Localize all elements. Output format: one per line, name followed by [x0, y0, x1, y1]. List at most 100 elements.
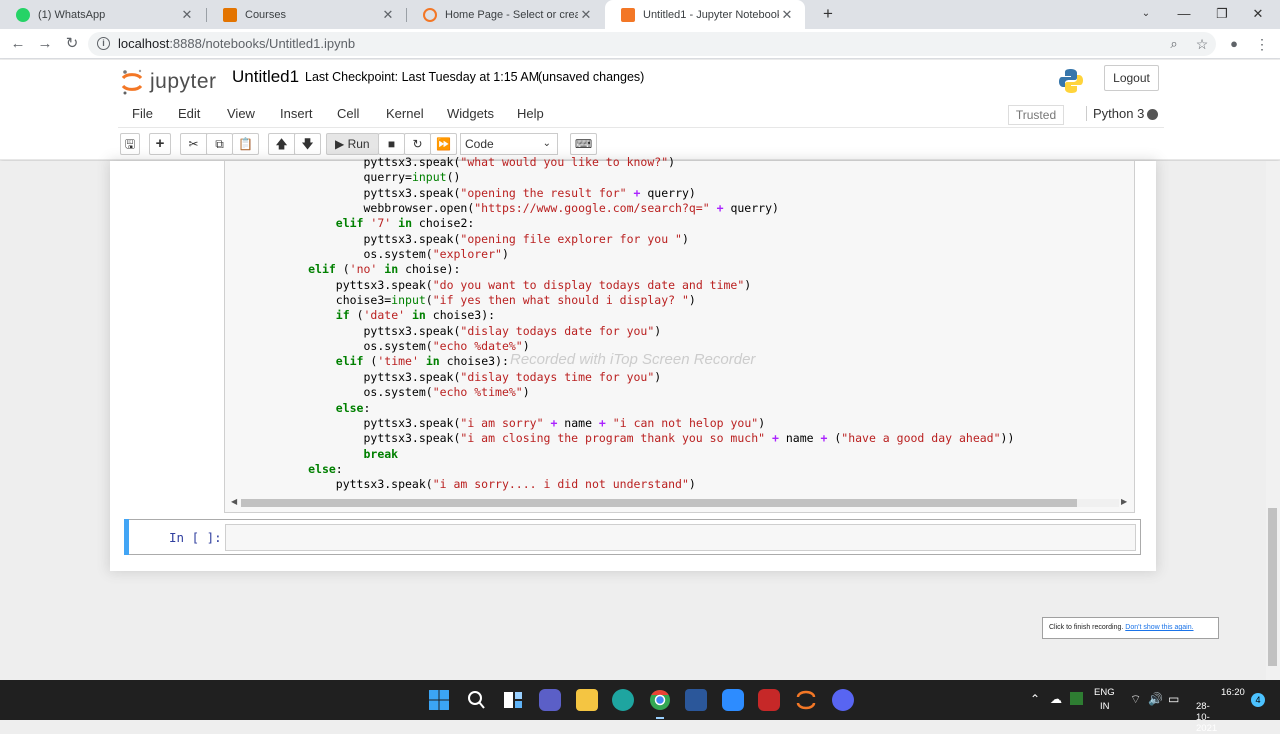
popup-text[interactable]: Click to finish recording. [1049, 624, 1123, 631]
code-line[interactable]: pyttsx3.speak("opening file explorer for… [225, 232, 1014, 247]
menu-help[interactable]: Help [517, 106, 544, 121]
insert-cell-icon[interactable]: + [149, 133, 171, 155]
code-line[interactable]: pyttsx3.speak("i am sorry" + name + "i c… [225, 416, 1014, 431]
menu-cell[interactable]: Cell [337, 106, 359, 121]
tab-courses[interactable]: Courses ✕ [207, 0, 406, 29]
scroll-thumb[interactable] [241, 499, 1077, 507]
finish-recording-popup[interactable]: Click to finish recording. Don't show th… [1042, 617, 1219, 639]
clock-date[interactable]: 28-10-2021 [1196, 701, 1217, 734]
code-line[interactable]: os.system("explorer") [225, 247, 1014, 262]
restore-button[interactable]: ❐ [1204, 0, 1240, 29]
code-line[interactable]: pyttsx3.speak("i am closing the program … [225, 431, 1014, 446]
chevron-up-icon[interactable]: ⌃ [1030, 692, 1040, 706]
site-info-icon[interactable]: i [97, 37, 110, 50]
close-tab-icon[interactable]: ✕ [578, 7, 594, 23]
zoom-icon[interactable] [722, 689, 744, 711]
move-up-icon[interactable]: 🡅 [268, 133, 295, 155]
jupyter-app-icon[interactable] [795, 689, 817, 711]
logout-button[interactable]: Logout [1104, 65, 1159, 91]
onedrive-icon[interactable]: ☁ [1050, 692, 1062, 706]
clock-time[interactable]: 16:20 [1221, 687, 1245, 698]
dont-show-link[interactable]: Don't show this again. [1125, 624, 1193, 631]
chrome-icon[interactable] [649, 689, 671, 711]
scroll-left-icon[interactable]: ◀ [231, 497, 237, 506]
scroll-thumb[interactable] [1268, 508, 1277, 666]
search-icon[interactable] [465, 689, 487, 711]
close-tab-icon[interactable]: ✕ [779, 7, 795, 23]
chat-icon[interactable] [539, 689, 561, 711]
copy-icon[interactable]: ⧉ [206, 133, 233, 155]
command-palette-icon[interactable]: ⌨ [570, 133, 597, 155]
cut-icon[interactable]: ✂ [180, 133, 207, 155]
code-line[interactable]: else: [225, 462, 1014, 477]
notebook-name[interactable]: Untitled1 [232, 66, 299, 88]
language-top[interactable]: ENG [1094, 687, 1115, 698]
file-explorer-icon[interactable] [576, 689, 598, 711]
selected-empty-cell[interactable]: In [ ]: [124, 519, 1141, 555]
notification-badge[interactable]: 4 [1251, 693, 1265, 707]
menu-view[interactable]: View [227, 106, 255, 121]
tab-home-page[interactable]: Home Page - Select or create a n ✕ [407, 0, 604, 29]
tab-whatsapp[interactable]: (1) WhatsApp ✕ [0, 0, 205, 29]
cell-type-select[interactable]: Code ⌄ [460, 133, 558, 155]
tray-app-icon[interactable] [1070, 692, 1083, 705]
menu-insert[interactable]: Insert [280, 106, 313, 121]
cell-input-area[interactable] [225, 524, 1136, 551]
new-tab-button[interactable]: + [810, 0, 846, 29]
paste-icon[interactable]: 📋 [232, 133, 259, 155]
reload-icon[interactable]: ↻ [60, 29, 84, 59]
code-line[interactable]: if ('date' in choise3): [225, 308, 1014, 323]
back-icon[interactable]: ← [6, 29, 30, 59]
move-down-icon[interactable]: 🡇 [294, 133, 321, 155]
menu-edit[interactable]: Edit [178, 106, 200, 121]
code-line[interactable]: pyttsx3.speak("what would you like to kn… [225, 155, 1014, 170]
menu-widgets[interactable]: Widgets [447, 106, 494, 121]
scroll-right-icon[interactable]: ▶ [1121, 497, 1127, 506]
code-line[interactable]: elif '7' in choise2: [225, 216, 1014, 231]
menu-kernel[interactable]: Kernel [386, 106, 424, 121]
code-line[interactable]: pyttsx3.speak("do you want to display to… [225, 278, 1014, 293]
zoom-search-icon[interactable]: ⌕ [1162, 29, 1186, 59]
close-window-button[interactable]: ✕ [1240, 0, 1276, 29]
tab-untitled1[interactable]: Untitled1 - Jupyter Notebook ✕ [605, 0, 805, 29]
code-line[interactable]: else: [225, 401, 1014, 416]
minimize-button[interactable]: — [1166, 0, 1202, 29]
address-bar[interactable]: i localhost:8888/notebooks/Untitled1.ipy… [88, 32, 1216, 56]
tab-search-icon[interactable]: ⌄ [1128, 0, 1164, 29]
code-line[interactable]: break [225, 447, 1014, 462]
bookmark-star-icon[interactable]: ☆ [1190, 29, 1214, 59]
edge-icon[interactable] [612, 689, 634, 711]
screen-recorder-icon[interactable] [758, 689, 780, 711]
code-line[interactable]: choise3=input("if yes then what should i… [225, 293, 1014, 308]
forward-icon[interactable]: → [33, 29, 57, 59]
battery-icon[interactable]: ▭ [1168, 692, 1179, 706]
word-icon[interactable] [685, 689, 707, 711]
jupyter-logo[interactable]: jupyter [120, 66, 217, 98]
code-line[interactable]: querry=input() [225, 170, 1014, 185]
volume-icon[interactable]: 🔊 [1148, 692, 1163, 706]
page-scrollbar[interactable] [1266, 161, 1280, 680]
code-line[interactable]: os.system("echo %time%") [225, 385, 1014, 400]
code-cell-input[interactable]: pyttsx3.speak("what would you like to kn… [224, 155, 1135, 513]
language-bottom[interactable]: IN [1100, 701, 1110, 712]
horizontal-scrollbar[interactable]: ◀ ▶ [231, 497, 1129, 509]
menu-kebab-icon[interactable]: ⋮ [1250, 29, 1274, 59]
code-line[interactable]: elif ('no' in choise): [225, 262, 1014, 277]
wifi-icon[interactable]: ⌔ [1130, 692, 1141, 707]
restart-icon[interactable]: ↻ [404, 133, 431, 155]
close-tab-icon[interactable]: ✕ [380, 7, 396, 23]
discord-icon[interactable] [832, 689, 854, 711]
code-line[interactable]: webbrowser.open("https://www.google.com/… [225, 201, 1014, 216]
code-line[interactable]: pyttsx3.speak("dislay todays time for yo… [225, 370, 1014, 385]
close-tab-icon[interactable]: ✕ [179, 7, 195, 23]
trusted-indicator[interactable]: Trusted [1008, 105, 1064, 125]
run-button[interactable]: ▶ Run [326, 133, 379, 155]
interrupt-icon[interactable]: ■ [378, 133, 405, 155]
code-line[interactable]: pyttsx3.speak("dislay todays date for yo… [225, 324, 1014, 339]
code-line[interactable]: pyttsx3.speak("i am sorry.... i did not … [225, 477, 1014, 492]
profile-icon[interactable]: ● [1222, 29, 1246, 59]
windows-start-icon[interactable] [428, 689, 450, 711]
save-icon[interactable]: 🖫 [120, 133, 140, 155]
task-view-icon[interactable] [502, 689, 524, 711]
code-editor[interactable]: pyttsx3.speak("what would you like to kn… [225, 155, 1014, 493]
